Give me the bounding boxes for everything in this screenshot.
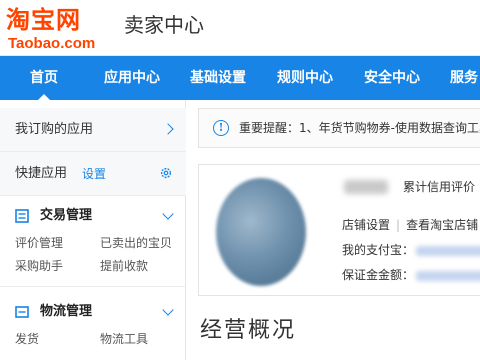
info-icon: ! [213, 120, 229, 136]
nav-item-services[interactable]: 服务 [450, 56, 478, 100]
gear-icon[interactable] [159, 166, 173, 180]
avatar[interactable] [216, 178, 306, 286]
credit-rating-label: 累计信用评价 [403, 180, 476, 194]
logo-text-cn: 淘宝网 [6, 6, 81, 34]
alipay-label: 我的支付宝： [342, 243, 415, 257]
business-overview-title: 经营概况 [200, 318, 297, 343]
sidebar-quick-apps-label: 快捷应用 [15, 166, 68, 181]
top-header: 淘宝网 Taobao.com 卖家中心 [0, 0, 480, 56]
section-trade-management[interactable]: 交易管理 [0, 204, 186, 230]
section-divider [0, 286, 186, 287]
section-logistics-management[interactable]: 物流管理 [0, 300, 186, 326]
deposit-label: 保证金金额： [342, 268, 415, 282]
quick-apps-settings-link[interactable]: 设置 [82, 165, 106, 183]
link-review-management[interactable]: 评价管理 [15, 235, 63, 251]
taobao-logo[interactable]: 淘宝网 Taobao.com [6, 6, 116, 52]
chevron-down-icon [162, 304, 174, 316]
deposit-value-redacted [416, 270, 480, 281]
alipay-value-redacted [416, 245, 480, 256]
deposit-row: 保证金金额： [342, 267, 480, 283]
section-title-trade: 交易管理 [40, 208, 93, 223]
shop-name-redacted [344, 180, 388, 194]
chevron-down-icon [162, 208, 174, 220]
notice-text[interactable]: 重要提醒：1、年货节购物券-使用数据查询工具 [239, 120, 480, 136]
sidebar: 我订购的应用 快捷应用 设置 交易管理 评价管理 已卖出的宝贝 采购助手 提前收… [0, 100, 186, 360]
view-shop-link[interactable]: 查看淘宝店铺 [406, 218, 478, 232]
list-icon [15, 209, 29, 223]
page-title: 卖家中心 [124, 13, 204, 37]
shop-links: 店铺设置 | 查看淘宝店铺 [342, 217, 478, 233]
main-nav: 首页 应用中心 基础设置 规则中心 安全中心 服务 [0, 56, 480, 100]
sidebar-my-apps[interactable]: 我订购的应用 [0, 108, 186, 152]
section-title-logistics: 物流管理 [40, 304, 93, 319]
link-logistics-tools[interactable]: 物流工具 [100, 331, 148, 347]
link-separator: | [396, 218, 401, 232]
truck-icon [15, 306, 29, 318]
nav-item-app-center[interactable]: 应用中心 [104, 56, 160, 100]
shop-settings-link[interactable]: 店铺设置 [342, 218, 390, 232]
link-early-payment[interactable]: 提前收款 [100, 258, 148, 274]
chevron-right-icon [162, 123, 174, 135]
logo-text-en: Taobao.com [8, 35, 96, 52]
sidebar-my-apps-label: 我订购的应用 [15, 122, 94, 137]
notice-bar: ! 重要提醒：1、年货节购物券-使用数据查询工具 [198, 108, 480, 148]
nav-item-security-center[interactable]: 安全中心 [364, 56, 420, 100]
nav-item-basic-settings[interactable]: 基础设置 [190, 56, 246, 100]
alipay-row: 我的支付宝： [342, 242, 480, 258]
sidebar-quick-apps: 快捷应用 设置 [0, 152, 186, 196]
link-ship[interactable]: 发货 [15, 331, 39, 347]
shop-info-card: 累计信用评价 店铺设置 | 查看淘宝店铺 我的支付宝： 保证金金额： [198, 164, 480, 296]
nav-item-rules-center[interactable]: 规则中心 [277, 56, 333, 100]
link-sold-items[interactable]: 已卖出的宝贝 [100, 235, 172, 251]
link-purchase-assistant[interactable]: 采购助手 [15, 258, 63, 274]
